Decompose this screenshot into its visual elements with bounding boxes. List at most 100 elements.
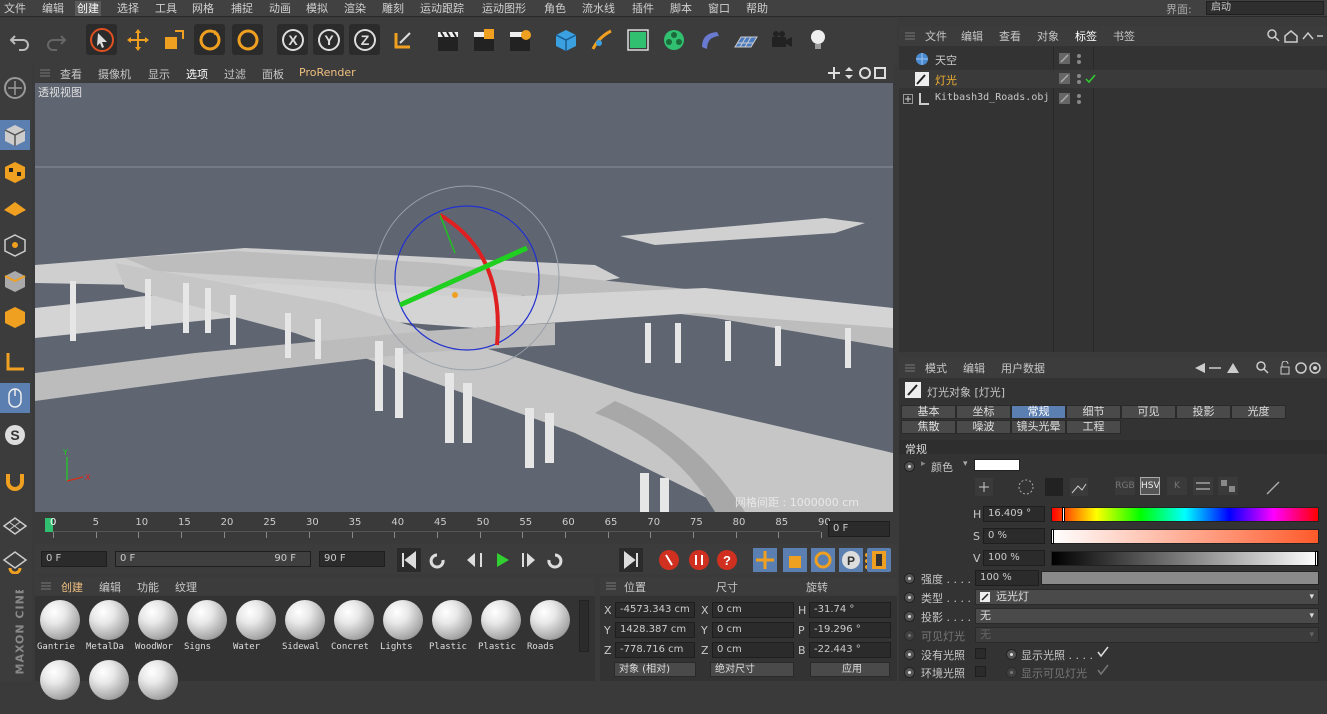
menu-help[interactable]: 帮助	[744, 1, 770, 16]
menu-tools[interactable]: 工具	[153, 1, 179, 16]
playback-controls[interactable]: ? P	[397, 547, 877, 573]
subdivision-button[interactable]	[622, 24, 653, 55]
material-item[interactable]: Water	[233, 598, 279, 654]
expand-arrow-icon[interactable]: ▸	[921, 459, 926, 469]
menu-motion-tracking[interactable]: 运动跟踪	[418, 1, 466, 16]
attr-tab[interactable]: 工程	[1066, 420, 1121, 434]
vp-menu-filter[interactable]: 过滤	[224, 66, 246, 82]
tweak-mode-button[interactable]	[0, 383, 30, 413]
vp-menu-cameras[interactable]: 摄像机	[98, 66, 131, 82]
attr-tab[interactable]: 基本	[901, 405, 956, 419]
size-mode-select[interactable]: 绝对尺寸	[710, 662, 794, 677]
cube-button[interactable]	[550, 24, 581, 55]
timeline-window-button[interactable]	[867, 548, 891, 572]
object-name[interactable]: 灯光	[935, 72, 957, 88]
attr-tab[interactable]: 可见	[1121, 405, 1176, 419]
menu-mesh[interactable]: 网格	[190, 1, 216, 16]
rot-b-field[interactable]: -22.443 °	[809, 642, 891, 658]
z-axis-button[interactable]: Z	[349, 24, 380, 55]
material-item[interactable]	[135, 658, 181, 714]
material-item[interactable]: Sidewal	[282, 598, 328, 654]
obj-menu-edit[interactable]: 编辑	[961, 28, 983, 44]
saturation-slider-handle[interactable]	[1051, 529, 1054, 544]
hue-slider-handle[interactable]	[1062, 507, 1065, 522]
object-row-sky[interactable]: 天空	[899, 50, 1327, 68]
material-item[interactable]: Plastic	[429, 598, 475, 654]
light-button[interactable]	[802, 24, 833, 55]
range-slider[interactable]: 0 F 90 F	[115, 551, 311, 567]
attr-tab[interactable]: 噪波	[956, 420, 1011, 434]
spectrum-mode-button[interactable]	[1218, 477, 1238, 495]
perspective-viewport[interactable]: Y X 透视视图 网格间距 : 1000000 cm	[35, 83, 893, 512]
move-tool-button[interactable]	[122, 24, 153, 55]
expand-icon[interactable]	[903, 94, 913, 104]
menu-pipeline[interactable]: 流水线	[580, 1, 617, 16]
menu-render[interactable]: 渲染	[342, 1, 368, 16]
attr-tab[interactable]: 坐标	[956, 405, 1011, 419]
type-select[interactable]: 远光灯 ▾	[975, 589, 1319, 605]
viewport-nav-icons[interactable]	[827, 66, 889, 80]
obj-menu-objects[interactable]: 对象	[1037, 28, 1059, 44]
mat-menu-function[interactable]: 功能	[137, 579, 159, 595]
material-item[interactable]: Concret	[331, 598, 377, 654]
show-illumination-checkbox[interactable]	[1097, 646, 1109, 658]
camera-button[interactable]	[766, 24, 797, 55]
visibility-toggles[interactable]	[1059, 73, 1099, 85]
obj-menu-tags[interactable]: 标签	[1075, 28, 1097, 44]
v-field[interactable]: 100 %	[983, 550, 1045, 566]
start-frame-field[interactable]: 0 F	[41, 551, 107, 567]
ambient-illumination-animate-radio[interactable]	[904, 667, 915, 678]
menu-select[interactable]: 选择	[115, 1, 141, 16]
attr-tab[interactable]: 焦散	[901, 420, 956, 434]
size-x-field[interactable]: 0 cm	[712, 602, 794, 618]
value-slider[interactable]	[1051, 551, 1319, 566]
obj-menu-file[interactable]: 文件	[925, 28, 947, 44]
menu-edit[interactable]: 编辑	[40, 1, 66, 16]
obj-menu-view[interactable]: 查看	[999, 28, 1021, 44]
attr-menu-mode[interactable]: 模式	[925, 360, 947, 376]
menu-create[interactable]: 创建	[75, 1, 101, 16]
type-animate-radio[interactable]	[904, 592, 915, 603]
menu-animate[interactable]: 动画	[267, 1, 293, 16]
intensity-field[interactable]: 100 %	[975, 570, 1039, 586]
pen-button[interactable]	[586, 24, 617, 55]
saturation-slider[interactable]	[1051, 529, 1319, 544]
mat-menu-texture[interactable]: 纹理	[175, 579, 197, 595]
mat-menu-edit[interactable]: 编辑	[99, 579, 121, 595]
hsv-mode-button[interactable]: HSV	[1140, 477, 1160, 495]
current-frame-field[interactable]: 0 F	[828, 521, 890, 537]
model-mode-button[interactable]	[0, 120, 30, 150]
color-dropdown-icon[interactable]: ▾	[963, 459, 968, 469]
obj-menu-bookmarks[interactable]: 书签	[1113, 28, 1135, 44]
attr-tab[interactable]: 光度	[1231, 405, 1286, 419]
point-mode-button[interactable]	[0, 230, 30, 260]
render-view-button[interactable]	[432, 24, 463, 55]
pos-y-field[interactable]: 1428.387 cm	[615, 622, 695, 638]
rotate-tool-button[interactable]	[194, 24, 225, 55]
workplane-button[interactable]	[0, 192, 30, 222]
kelvin-mode-button[interactable]: K	[1167, 477, 1187, 495]
object-row-light[interactable]: 灯光	[899, 70, 1327, 88]
texture-mode-button[interactable]	[0, 157, 30, 187]
menu-snap[interactable]: 捕捉	[229, 1, 255, 16]
pos-x-field[interactable]: -4573.343 cm	[615, 602, 695, 618]
obj-search-nav-icons[interactable]	[1267, 29, 1323, 43]
solo-button[interactable]: S	[0, 420, 30, 450]
material-item[interactable]: Lights	[380, 598, 426, 654]
color-animate-radio[interactable]	[904, 461, 915, 472]
material-item[interactable]: Signs	[184, 598, 230, 654]
size-y-field[interactable]: 0 cm	[712, 622, 794, 638]
color-swatch[interactable]	[974, 459, 1020, 471]
menu-file[interactable]: 文件	[2, 1, 28, 16]
vp-menu-view[interactable]: 查看	[60, 66, 82, 82]
size-z-field[interactable]: 0 cm	[712, 642, 794, 658]
object-name[interactable]: Kitbash3d_Roads.obj	[935, 92, 1049, 103]
snap-button[interactable]	[0, 466, 30, 496]
intensity-slider[interactable]	[1041, 571, 1319, 585]
value-slider-handle[interactable]	[1315, 551, 1318, 566]
material-item[interactable]: Plastic	[478, 598, 524, 654]
attr-nav-icons[interactable]	[1195, 361, 1323, 375]
material-item[interactable]: Roads	[527, 598, 573, 654]
material-item[interactable]: MetalDa	[86, 598, 132, 654]
menu-simulate[interactable]: 模拟	[304, 1, 330, 16]
